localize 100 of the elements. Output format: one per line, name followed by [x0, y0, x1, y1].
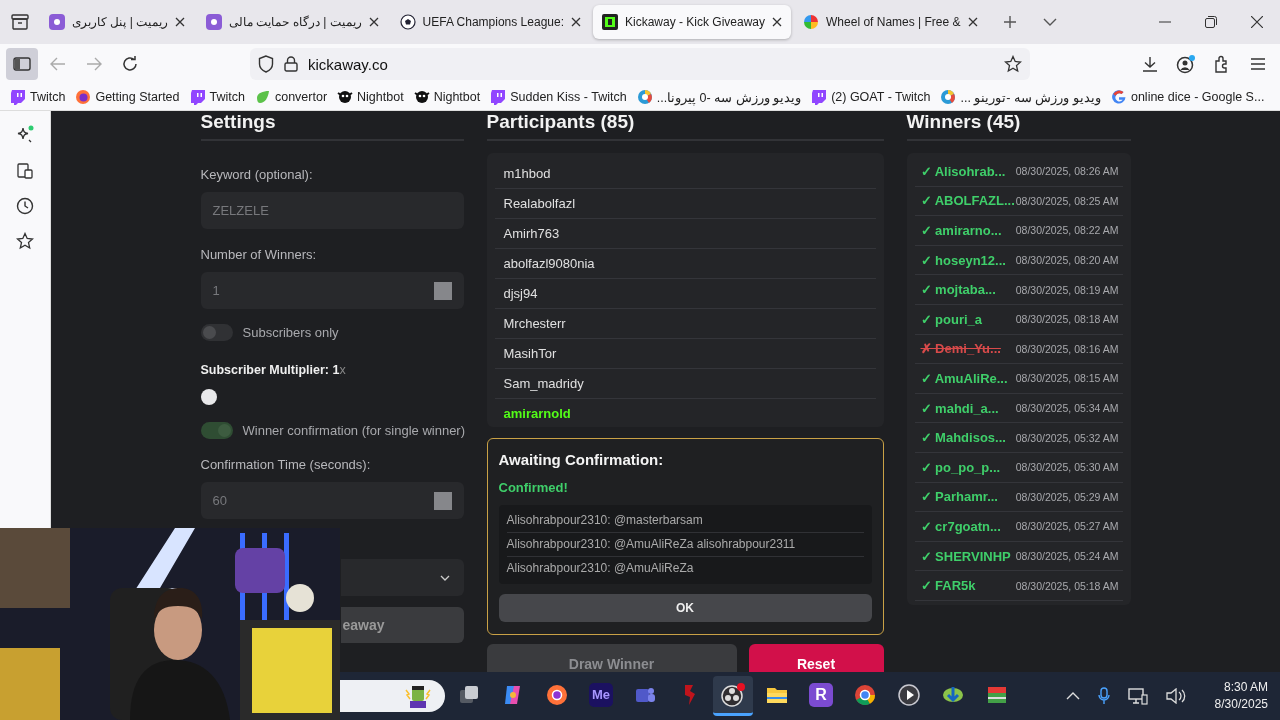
winner-time: 08/30/2025, 05:29 AM	[1015, 490, 1119, 503]
rounded-square-icon	[49, 14, 65, 30]
winner-name: ✓ cr7goatn...	[920, 518, 1001, 534]
winner-time: 08/30/2025, 05:27 AM	[1015, 520, 1119, 533]
ball-icon	[636, 89, 653, 105]
microphone-icon[interactable]	[1097, 687, 1110, 705]
bookmark-item[interactable]: convertor	[254, 89, 328, 105]
taskbar-search[interactable]	[340, 680, 445, 712]
ball-icon	[940, 89, 957, 105]
participant-name[interactable]: Realabolfazl	[494, 189, 876, 219]
soccer-ball-icon	[399, 14, 416, 30]
winner-time: 08/30/2025, 05:18 AM	[1015, 579, 1119, 592]
bookmark-item[interactable]: Sudden Kiss - Twitch	[490, 89, 627, 105]
participant-name[interactable]: Sam_madridy	[494, 369, 876, 399]
participant-name[interactable]: djsj94	[494, 279, 876, 309]
browser-tab[interactable]: ریمیت | درگاه حمایت مالی	[197, 5, 388, 39]
chat-message: Alisohrabpour2310: @AmuAliReZa	[506, 560, 695, 577]
winner-name: ✓ Parhamr...	[920, 489, 998, 505]
chat-message: Alisohrabpour2310: @masterbarsam	[506, 509, 864, 533]
start-button[interactable]: eaway	[340, 607, 464, 643]
winner-time: 08/30/2025, 05:30 AM	[1015, 461, 1119, 474]
browser-tab[interactable]: ریمیت | پنل کاربری	[40, 5, 195, 39]
sync-tabs-icon[interactable]	[16, 162, 34, 180]
winner-time: 08/30/2025, 08:15 AM	[1015, 372, 1119, 385]
winner-name: ✓ po_po_p...	[920, 459, 1001, 475]
bookmark-item[interactable]: online dice - Google S...	[1110, 89, 1265, 105]
multiplier-label: Subscriber Multiplier: 1x	[200, 363, 347, 377]
reset-button[interactable]: Reset	[748, 644, 884, 672]
winner-name: ✓ hoseyn12...	[920, 252, 1006, 268]
browser-tab[interactable]: Wheel of Names | Free &	[794, 5, 987, 39]
winner-time: 08/30/2025, 05:34 AM	[1015, 402, 1119, 415]
winner-name: ✓ pouri_a	[920, 311, 983, 327]
address-bar[interactable]: kickaway.co	[250, 48, 1030, 80]
network-icon[interactable]	[1127, 687, 1148, 705]
participant-name[interactable]: m1hbod	[494, 159, 876, 189]
chat-bubble-icon	[811, 89, 828, 105]
winner-name: ✓ mahdi_a...	[920, 400, 999, 416]
chevron-down-icon	[439, 574, 450, 581]
field-label: Confirmation Time (seconds):	[200, 457, 372, 472]
winner-name: ✗ Demi_Yu...	[920, 341, 1001, 357]
winner-time: 08/30/2025, 08:25 AM	[1015, 194, 1119, 207]
winner-time: 08/30/2025, 08:20 AM	[1015, 254, 1119, 267]
close-icon[interactable]	[368, 17, 379, 27]
bookmark-item[interactable]: Twitch	[10, 89, 66, 105]
history-icon[interactable]	[16, 197, 34, 215]
bookmark-item[interactable]: Nightbot	[413, 89, 481, 105]
winner-time: 08/30/2025, 08:22 AM	[1015, 224, 1119, 237]
winner-name: ✓ FAR5k	[920, 578, 976, 594]
select-field[interactable]	[340, 559, 464, 596]
winner-name: ✓ SHERVINHP	[920, 548, 1011, 564]
winner-name: ✓ Mahdisos...	[920, 430, 1006, 446]
participants-heading: Participants (85)	[486, 111, 884, 141]
toggle-switch[interactable]	[200, 422, 233, 439]
ok-button[interactable]: OK	[498, 594, 872, 622]
taskbar-app[interactable]: R	[801, 676, 841, 716]
close-icon[interactable]	[175, 17, 186, 27]
color-wheel-icon	[803, 14, 820, 30]
participant-name[interactable]: abolfazl9080nia	[494, 249, 876, 279]
bookmark-item[interactable]: ویدیو ورزش سه -0 پیرونا...	[636, 89, 802, 105]
chat-bubble-icon	[189, 89, 206, 105]
bookmark-item[interactable]: ویدیو ورزش سه -تورینو ...	[940, 89, 1101, 105]
browser-icon	[545, 682, 569, 707]
bookmark-star-icon[interactable]	[1004, 55, 1022, 73]
winner-time: 08/30/2025, 08:18 AM	[1015, 313, 1119, 326]
browser-tab[interactable]: Kickaway - Kick Giveaway	[593, 5, 792, 39]
chat-message: Alisohrabpour2310: @AmuAliReZa alisohrabpour2311	[506, 533, 864, 557]
chevron-up-icon[interactable]	[1065, 692, 1080, 700]
close-icon[interactable]	[772, 17, 783, 27]
sparkle-icon[interactable]	[15, 125, 35, 145]
participant-name[interactable]: MasihTor	[494, 339, 876, 369]
shield-icon[interactable]	[258, 55, 274, 73]
bookmarks-star-icon[interactable]	[16, 232, 34, 250]
slider-thumb[interactable]	[200, 389, 217, 405]
browser-tab[interactable]: UEFA Champions League:	[390, 5, 590, 39]
leaf-icon	[254, 89, 271, 105]
volume-icon[interactable]	[1165, 688, 1186, 704]
winner-time: 08/30/2025, 05:32 AM	[1015, 431, 1119, 444]
winner-time: 08/30/2025, 05:24 AM	[1015, 550, 1119, 562]
record-app-icon	[720, 681, 746, 708]
sidebar-toggle-icon[interactable]	[6, 48, 38, 80]
participant-name[interactable]: amirarnold	[494, 399, 876, 427]
clock[interactable]: 8:30 AM 8/30/2025	[1214, 679, 1268, 713]
globe-icon	[75, 89, 92, 105]
bookmark-item[interactable]: Getting Started	[75, 89, 180, 105]
chat-bubble-icon	[10, 89, 26, 105]
close-icon[interactable]	[571, 17, 581, 27]
winner-name: ✓ mojtaba...	[920, 282, 996, 298]
bookmark-item[interactable]: (2) GOAT - Twitch	[811, 89, 931, 105]
close-icon[interactable]	[967, 17, 978, 27]
taskbar-app[interactable]: Me	[581, 676, 621, 716]
chat-bubble-icon	[490, 89, 507, 105]
winner-time: 08/30/2025, 08:16 AM	[1015, 342, 1119, 355]
bookmark-item[interactable]: Nightbot	[337, 89, 404, 105]
participant-name[interactable]: Amirh763	[494, 219, 876, 249]
toggle-switch[interactable]	[200, 324, 233, 341]
participant-name[interactable]: Mrchesterr	[494, 309, 876, 339]
taskbar-app[interactable]	[713, 676, 753, 716]
lock-icon	[284, 56, 298, 72]
bookmark-item[interactable]: Twitch	[189, 89, 245, 105]
winners-heading: Winners (45)	[906, 111, 1131, 141]
